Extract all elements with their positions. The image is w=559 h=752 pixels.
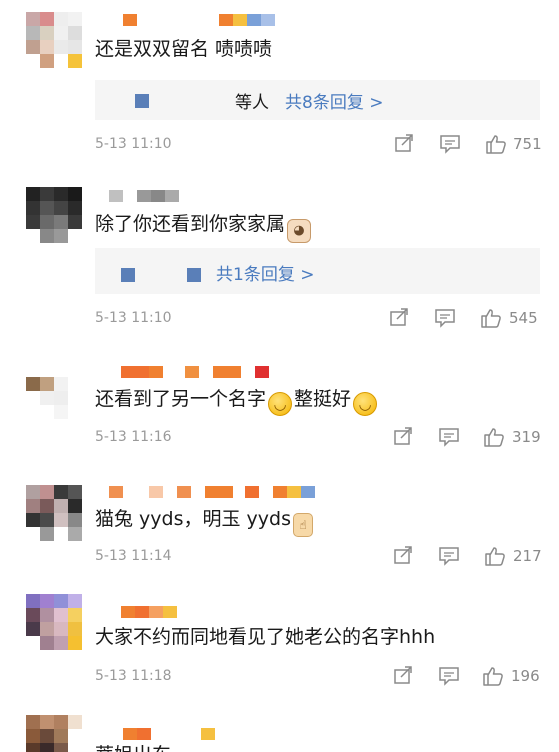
avatar[interactable] [26,485,82,541]
username-blurred[interactable] [95,14,275,28]
view-replies-link[interactable]: 共1条回复 > [216,260,314,285]
comment-icon[interactable] [438,546,460,566]
comment-time: 5-13 11:10 [95,310,172,326]
comment-time: 5-13 11:16 [95,429,172,445]
thumbs-up-icon[interactable] [485,134,507,154]
reply-user-blurred [121,268,135,282]
like-count: 217 [513,547,542,565]
comment-text-content: 除了你还看到你家家属 [95,213,286,235]
comment-meta: 5-13 11:16 319 [95,427,541,447]
avatar[interactable] [26,715,82,752]
thumbs-up-emoji-icon: ☝ [292,513,313,537]
share-icon[interactable] [392,546,414,566]
thumbs-up-icon[interactable] [484,546,506,566]
comment-text: 大家不约而同地看见了她老公的名字hhh [95,626,436,648]
comment-text: 还是双双留名 啧啧啧 [95,38,273,60]
thumbs-up-icon[interactable] [483,427,505,447]
cat-emoji-icon: ◕ [287,219,312,243]
like-count: 319 [512,428,541,446]
share-icon[interactable] [388,308,410,328]
comment-text: 蒂姐出东 [95,742,171,752]
comment-item: 猫兔 yyds，明玉 yyds ☝ 5-13 11:14 217 [0,470,559,590]
comment-text-content: 还看到了另一个名字 [95,388,267,410]
comment-item: 除了你还看到你家家属 ◕ 共1条回复 > 5-13 11:10 545 [0,180,559,350]
thumbs-up-icon[interactable] [480,308,502,328]
smile-emoji-icon: ◡ [353,392,378,416]
comment-time: 5-13 11:10 [95,136,172,152]
like-count: 196 [511,667,540,685]
share-icon[interactable] [392,666,414,686]
username-blurred[interactable] [95,606,177,620]
username-blurred[interactable] [95,190,179,204]
reply-user-blurred [135,94,149,108]
reply-preview[interactable]: 共1条回复 > [95,248,540,294]
comment-meta: 5-13 11:10 545 [95,308,540,328]
comment-text-content-2: 整挺好 [294,388,352,410]
comment-text: 除了你还看到你家家属 ◕ [95,211,313,243]
comment-icon[interactable] [439,134,461,154]
comment-meta: 5-13 11:18 196 [95,666,540,686]
share-icon[interactable] [393,134,415,154]
comment-text: 还看到了另一个名字 ◡ 整挺好 ◡ [95,386,379,416]
comment-item: 还是双双留名 啧啧啧 等人 共8条回复 > 5-13 11:10 751 [0,0,559,180]
view-replies-link[interactable]: 共8条回复 > [285,88,383,113]
share-icon[interactable] [392,427,414,447]
thumbs-up-icon[interactable] [482,666,504,686]
reply-users-label: 等人 [235,93,269,113]
username-blurred[interactable] [95,366,269,380]
comment-time: 5-13 11:14 [95,548,172,564]
comment-item: 蒂姐出东 [0,708,559,752]
like-count: 545 [509,309,538,327]
avatar[interactable] [26,12,82,68]
comment-item: 还看到了另一个名字 ◡ 整挺好 ◡ 5-13 11:16 319 [0,350,559,470]
reply-user-blurred [187,268,201,282]
comment-item: 大家不约而同地看见了她老公的名字hhh 5-13 11:18 196 [0,590,559,708]
comment-time: 5-13 11:18 [95,668,172,684]
comment-text-content: 猫兔 yyds，明玉 yyds [95,508,291,530]
avatar[interactable] [26,187,82,243]
username-blurred[interactable] [95,486,315,500]
comment-icon[interactable] [434,308,456,328]
avatar[interactable] [26,594,82,650]
comment-meta: 5-13 11:10 751 [95,134,542,154]
comment-meta: 5-13 11:14 217 [95,546,542,566]
comment-text: 猫兔 yyds，明玉 yyds ☝ [95,506,315,537]
like-count: 751 [513,135,542,153]
username-blurred[interactable] [95,728,215,742]
reply-preview[interactable]: 等人 共8条回复 > [95,80,540,120]
smile-emoji-icon: ◡ [268,392,293,416]
comment-icon[interactable] [438,427,460,447]
comment-icon[interactable] [438,666,460,686]
avatar[interactable] [26,377,82,433]
